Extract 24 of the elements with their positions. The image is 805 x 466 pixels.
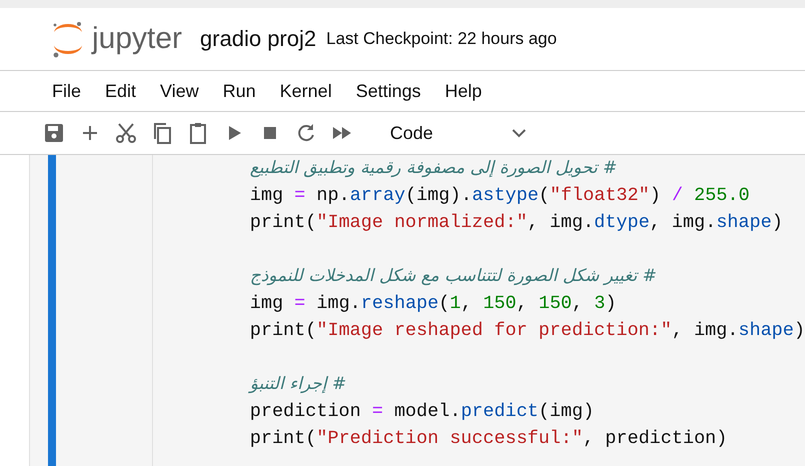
menu-item[interactable]: Help [444,80,482,102]
menu-item[interactable]: Run [222,80,256,102]
cell-type-dropdown[interactable]: Code [390,122,528,144]
cut-icon[interactable] [114,121,138,145]
menu-item[interactable]: Kernel [280,80,332,102]
code-line: print("Prediction successful:", prediction) [250,427,728,451]
save-icon[interactable] [42,121,66,145]
menu-item[interactable]: Settings [356,80,421,102]
code-line: img = img.reshape(1, 150, 150, 3) [250,292,618,316]
checkpoint-status: Last Checkpoint: 22 hours ago [326,29,557,49]
chevron-down-icon [511,128,528,138]
code-line: print("Image normalized:", img.dtype, img.shape) [250,211,784,235]
code-comment: # تحويل الصورة إلى مصفوفة رقمية وتطبيق التطبيع [250,157,618,180]
logo-text: jupyter [92,22,182,56]
code-comment: # إجراء التنبؤ [250,373,346,396]
notebook-title[interactable]: gradio proj2 [200,26,316,52]
code-line: img = np.array(img).astype("float32") / 255.0 [250,184,751,208]
code-cell[interactable] [28,155,805,466]
code-line: prediction = model.predict(img) [250,400,596,424]
code-comment: # تغيير شكل الصورة لتتناسب مع شكل المدخلات للنموذج [250,265,657,288]
menu-item[interactable]: Edit [105,80,136,102]
menu-item[interactable]: File [52,80,82,102]
code-line: print("Image reshaped for prediction:", img.shape) [250,319,805,343]
menu-item[interactable]: View [160,80,199,102]
